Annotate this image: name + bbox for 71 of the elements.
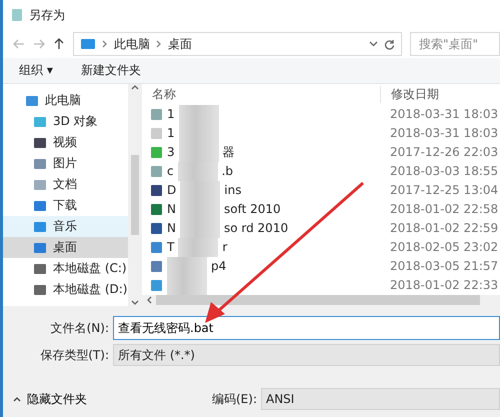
date-cell-text: 2018-03-31 18:03 <box>389 107 498 122</box>
address-bar[interactable]: 此电脑 桌面 <box>73 32 402 56</box>
file-name: .b <box>222 164 234 178</box>
sidebar-item[interactable]: 此电脑 <box>3 90 128 111</box>
file-name: so rd 2010 <box>224 221 288 236</box>
vertical-scrollbar[interactable] <box>128 84 142 306</box>
forward-arrow-icon <box>33 38 45 50</box>
hide-folders-button[interactable]: 隐藏文件夹 <box>13 390 87 408</box>
date-cell-text: 2017-12-25 13:04 <box>389 183 498 198</box>
scroll-left-icon[interactable] <box>146 296 152 304</box>
sidebar-item[interactable]: 图片 <box>3 153 128 174</box>
file-name: c <box>167 164 174 178</box>
file-name: 1 <box>167 107 175 122</box>
chevron-icon <box>156 40 162 48</box>
blurred-area <box>167 256 207 276</box>
scrollbar-thumb[interactable] <box>131 155 139 235</box>
file-name: r <box>222 240 228 254</box>
sidebar-item[interactable]: 视频 <box>3 132 128 153</box>
scrollbar-thumb[interactable] <box>156 295 480 306</box>
file-type-label: 保存类型(T): <box>39 346 110 364</box>
sidebar-item[interactable]: 文档 <box>3 174 128 195</box>
breadcrumb[interactable]: 桌面 <box>168 36 192 52</box>
blurred-area <box>178 104 219 124</box>
breadcrumb[interactable]: 此电脑 <box>114 36 150 52</box>
file-name: soft 2010 <box>224 202 281 216</box>
encoding-label: 编码(E): <box>212 390 257 408</box>
file-name: D <box>167 183 176 198</box>
window-title: 另存为 <box>29 6 65 24</box>
date-cell-text: 2017-12-26 22:03 <box>389 145 498 160</box>
encoding-dropdown[interactable]: ANSI <box>261 388 500 410</box>
blurred-area <box>167 276 207 295</box>
file-name: 器 <box>222 144 235 161</box>
back-arrow-icon <box>13 38 25 50</box>
refresh-icon[interactable] <box>384 38 395 50</box>
file-name: p4 <box>211 259 226 274</box>
new-folder-button[interactable]: 新建文件夹 <box>80 60 141 81</box>
file-name: ins <box>224 183 242 198</box>
column-header[interactable]: 名称 <box>142 86 380 103</box>
up-button[interactable] <box>53 38 65 50</box>
file-name: N <box>167 202 176 216</box>
search-field[interactable]: 搜索"桌面" <box>410 32 500 56</box>
sidebar-item[interactable]: 本地磁盘 (D:) <box>3 279 128 300</box>
file-name: N <box>167 221 176 236</box>
scroll-up-icon[interactable] <box>131 84 139 90</box>
blurred-area <box>178 238 218 257</box>
sidebar-item[interactable]: 桌面 <box>3 237 128 258</box>
dropdown-caret-icon[interactable] <box>369 41 378 47</box>
filename-label: 文件名(N): <box>50 320 110 336</box>
file-name: T <box>167 240 174 254</box>
sidebar-item[interactable]: 3D 对象 <box>3 111 128 132</box>
organize-menu[interactable]: 组织 ▾ <box>19 60 53 81</box>
column-header[interactable]: 修改日期 <box>380 86 500 103</box>
file-name: 1 <box>167 126 175 140</box>
date-cell-text: 2018-01-02 22:33 <box>389 278 498 292</box>
scroll-down-icon[interactable] <box>131 300 139 306</box>
date-cell-text: 2018-03-03 18:55 <box>389 164 498 178</box>
date-cell-text: 2018-03-31 18:03 <box>389 126 498 140</box>
horizontal-scrollbar[interactable] <box>142 294 500 306</box>
sidebar-item[interactable]: 本地磁盘 (C:) <box>3 258 128 279</box>
date-cell-text: 2018-03-05 21:57 <box>389 259 498 274</box>
sidebar-item[interactable]: 音乐 <box>3 216 128 237</box>
collapse-caret-icon <box>13 396 21 402</box>
filename-field[interactable]: 查看无线密码.bat <box>113 316 500 340</box>
date-cell-text: 2018-02-05 23:02 <box>389 240 498 254</box>
up-arrow-icon <box>53 38 65 50</box>
file-name: 3 <box>167 145 175 160</box>
sidebar-item[interactable]: 下载 <box>3 195 128 216</box>
date-cell-text: 2018-01-02 22:59 <box>389 221 498 236</box>
chevron-icon <box>102 40 108 48</box>
date-cell-text: 2018-01-02 22:58 <box>389 202 498 216</box>
file-type-dropdown[interactable]: 所有文件 (*.*) <box>113 344 500 366</box>
